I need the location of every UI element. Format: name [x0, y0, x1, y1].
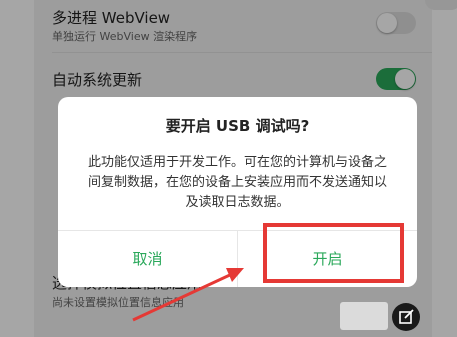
watermark	[340, 302, 388, 330]
edit-icon	[399, 309, 414, 324]
arrow-shaft	[132, 272, 233, 322]
edit-button[interactable]	[392, 303, 420, 331]
pointer-arrow	[132, 268, 244, 322]
